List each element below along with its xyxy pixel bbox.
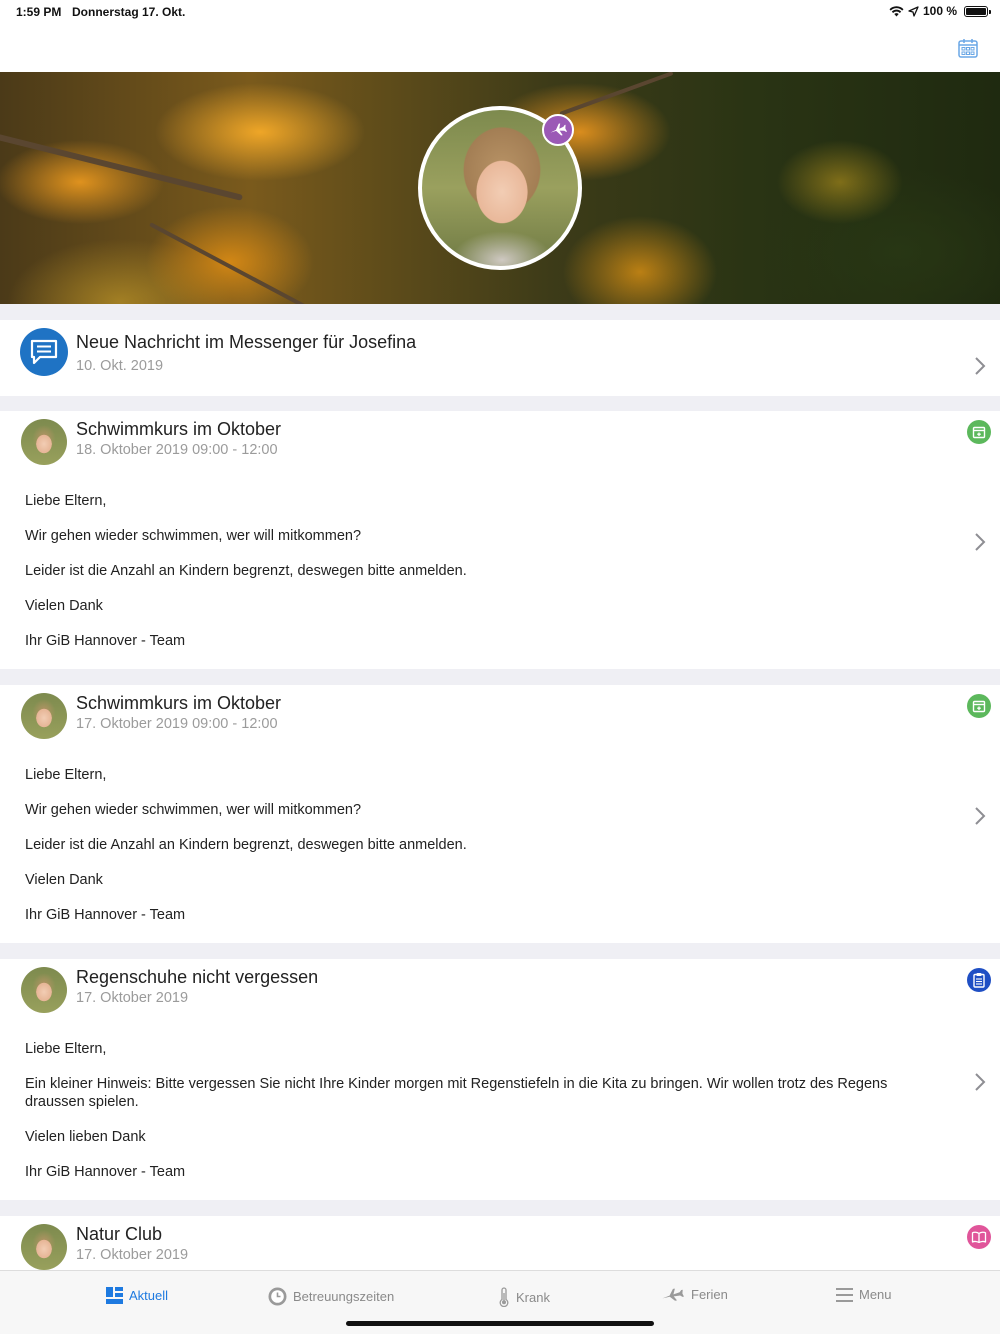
post-title: Natur Club <box>76 1224 163 1244</box>
post-body-line: Leider ist die Anzahl an Kindern begrenz… <box>25 563 467 579</box>
post-body-line: Liebe Eltern, <box>25 767 107 783</box>
post-body-line: Ihr GiB Hannover - Team <box>25 907 186 923</box>
airplane-icon <box>550 123 567 136</box>
calendar-icon <box>967 694 991 718</box>
post-date: 17. Oktober 2019 09:00 - 12:00 <box>76 716 278 732</box>
post-body-line: Vielen Dank <box>25 872 103 888</box>
battery-percent: 100 % <box>922 4 957 18</box>
chevron-right-icon <box>975 533 986 551</box>
post-avatar <box>21 693 67 739</box>
post-body-line: Liebe Eltern, <box>25 493 107 509</box>
post-body-line: Ihr GiB Hannover - Team <box>25 633 186 649</box>
book-icon <box>967 1225 991 1249</box>
tab-label: Ferien <box>691 1287 728 1302</box>
notification-title: Neue Nachricht im Messenger für Josefina <box>76 332 417 352</box>
vacation-badge <box>542 114 574 146</box>
post-body-line: Wir gehen wieder schwimmen, wer will mit… <box>25 528 362 544</box>
tab-menu[interactable]: Menu <box>836 1287 892 1302</box>
calendar-grid-icon[interactable] <box>958 38 978 58</box>
post-title: Schwimmkurs im Oktober <box>76 419 282 439</box>
post-body: Liebe Eltern, Wir gehen wieder schwimmen… <box>25 766 930 941</box>
navigation-bar <box>0 24 1000 72</box>
post-avatar <box>21 967 67 1013</box>
messenger-notification[interactable]: Neue Nachricht im Messenger für Josefina… <box>0 320 1000 396</box>
status-right: 100 % <box>889 4 991 18</box>
post-title: Schwimmkurs im Oktober <box>76 693 282 713</box>
chevron-right-icon <box>975 1073 986 1091</box>
status-bar: 1:59 PM Donnerstag 17. Okt. 100 % <box>0 0 1000 24</box>
post-card[interactable]: Schwimmkurs im Oktober 17. Oktober 2019 … <box>0 685 1000 943</box>
post-card[interactable]: Natur Club 17. Oktober 2019 <box>0 1216 1000 1270</box>
post-title: Regenschuhe nicht vergessen <box>76 967 319 987</box>
post-body: Liebe Eltern, Wir gehen wieder schwimmen… <box>25 492 930 667</box>
airplane-icon <box>662 1288 684 1301</box>
tab-ferien[interactable]: Ferien <box>661 1287 728 1302</box>
tab-label: Krank <box>516 1289 550 1305</box>
clock-icon <box>268 1287 287 1306</box>
tab-label: Menu <box>859 1287 892 1302</box>
battery-icon <box>964 5 991 17</box>
post-body-line: Vielen Dank <box>25 598 103 614</box>
tab-krank[interactable]: Krank <box>498 1287 550 1307</box>
post-date: 17. Oktober 2019 <box>76 990 189 1006</box>
post-card[interactable]: Schwimmkurs im Oktober 18. Oktober 2019 … <box>0 411 1000 669</box>
branch-decoration <box>559 72 674 116</box>
chevron-right-icon <box>975 357 986 375</box>
notification-date: 10. Okt. 2019 <box>76 358 164 374</box>
post-body-line: Vielen lieben Dank <box>25 1129 146 1145</box>
post-card[interactable]: Regenschuhe nicht vergessen 17. Oktober … <box>0 959 1000 1200</box>
clipboard-icon <box>967 968 991 992</box>
tab-betreuungszeiten[interactable]: Betreuungszeiten <box>268 1287 394 1306</box>
home-indicator[interactable] <box>346 1321 654 1326</box>
tab-aktuell[interactable]: Aktuell <box>106 1287 168 1304</box>
branch-decoration <box>0 132 244 201</box>
thermometer-icon <box>499 1287 509 1307</box>
post-body-line: Ihr GiB Hannover - Team <box>25 1164 186 1180</box>
chat-bubble-icon <box>20 328 68 376</box>
hamburger-icon <box>836 1287 853 1302</box>
post-date: 17. Oktober 2019 <box>76 1247 189 1263</box>
post-date: 18. Oktober 2019 09:00 - 12:00 <box>76 442 278 458</box>
post-avatar <box>21 1224 67 1270</box>
post-avatar <box>21 419 67 465</box>
wifi-icon <box>889 6 904 17</box>
status-time: 1:59 PM <box>16 5 62 19</box>
branch-decoration <box>149 222 346 304</box>
tab-label: Betreuungszeiten <box>293 1289 395 1304</box>
status-date: Donnerstag 17. Okt. <box>72 5 186 19</box>
location-icon <box>908 5 919 17</box>
post-body-line: Ein kleiner Hinweis: Bitte vergessen Sie… <box>25 1076 888 1110</box>
chevron-right-icon <box>975 807 986 825</box>
post-body: Liebe Eltern, Ein kleiner Hinweis: Bitte… <box>25 1040 930 1198</box>
post-body-line: Wir gehen wieder schwimmen, wer will mit… <box>25 802 362 818</box>
dashboard-icon <box>106 1287 123 1304</box>
calendar-icon <box>967 420 991 444</box>
post-body-line: Liebe Eltern, <box>25 1041 107 1057</box>
post-body-line: Leider ist die Anzahl an Kindern begrenz… <box>25 837 467 853</box>
tab-label: Aktuell <box>129 1288 169 1303</box>
